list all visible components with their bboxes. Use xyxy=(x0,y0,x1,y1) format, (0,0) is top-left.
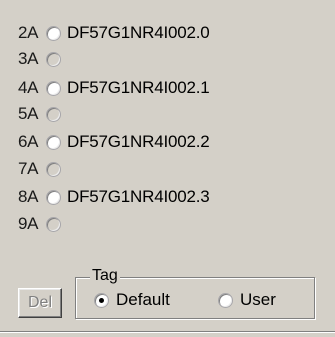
tag-legend: Tag xyxy=(90,266,120,286)
slot-radio[interactable] xyxy=(46,189,61,205)
slot-label: 7A xyxy=(18,159,39,178)
slot-row-3a[interactable]: 3A xyxy=(18,48,67,70)
slot-row-5a[interactable]: 5A xyxy=(18,103,67,125)
slot-row-2a[interactable]: 2A DF57G1NR4I002.0 xyxy=(18,22,210,44)
bottom-separator-highlight xyxy=(0,332,335,333)
slot-value: DF57G1NR4I002.2 xyxy=(67,132,210,151)
slot-row-4a[interactable]: 4A DF57G1NR4I002.1 xyxy=(18,77,210,99)
slot-radio[interactable] xyxy=(46,25,61,41)
user-radio[interactable] xyxy=(218,292,233,308)
slot-row-6a[interactable]: 6A DF57G1NR4I002.2 xyxy=(18,131,210,153)
slot-row-8a[interactable]: 8A DF57G1NR4I002.3 xyxy=(18,186,210,208)
slot-value: DF57G1NR4I002.0 xyxy=(67,23,210,42)
tag-group: Tag Default User xyxy=(75,266,315,319)
slot-radio[interactable] xyxy=(46,51,61,67)
default-radio[interactable] xyxy=(94,292,109,308)
tag-option-user[interactable]: User xyxy=(218,290,276,310)
slot-row-7a[interactable]: 7A xyxy=(18,158,67,180)
user-label: User xyxy=(240,290,276,309)
slot-radio[interactable] xyxy=(46,161,61,177)
slot-label: 9A xyxy=(18,214,39,233)
delete-button[interactable]: Del xyxy=(18,288,62,318)
slot-row-9a[interactable]: 9A xyxy=(18,213,67,235)
slot-value: DF57G1NR4I002.1 xyxy=(67,78,210,97)
default-label: Default xyxy=(116,290,170,309)
slot-label: 8A xyxy=(18,187,39,206)
tag-option-default[interactable]: Default xyxy=(94,290,170,310)
slot-radio[interactable] xyxy=(46,216,61,232)
slot-label: 5A xyxy=(18,104,39,123)
slot-radio[interactable] xyxy=(46,106,61,122)
slot-radio[interactable] xyxy=(46,80,61,96)
slot-radio[interactable] xyxy=(46,134,61,150)
slot-label: 6A xyxy=(18,132,39,151)
slot-panel: 2A DF57G1NR4I002.0 3A 4A DF57G1NR4I002.1… xyxy=(0,0,335,337)
slot-label: 4A xyxy=(18,78,39,97)
slot-label: 2A xyxy=(18,23,39,42)
slot-label: 3A xyxy=(18,49,39,68)
slot-value: DF57G1NR4I002.3 xyxy=(67,187,210,206)
